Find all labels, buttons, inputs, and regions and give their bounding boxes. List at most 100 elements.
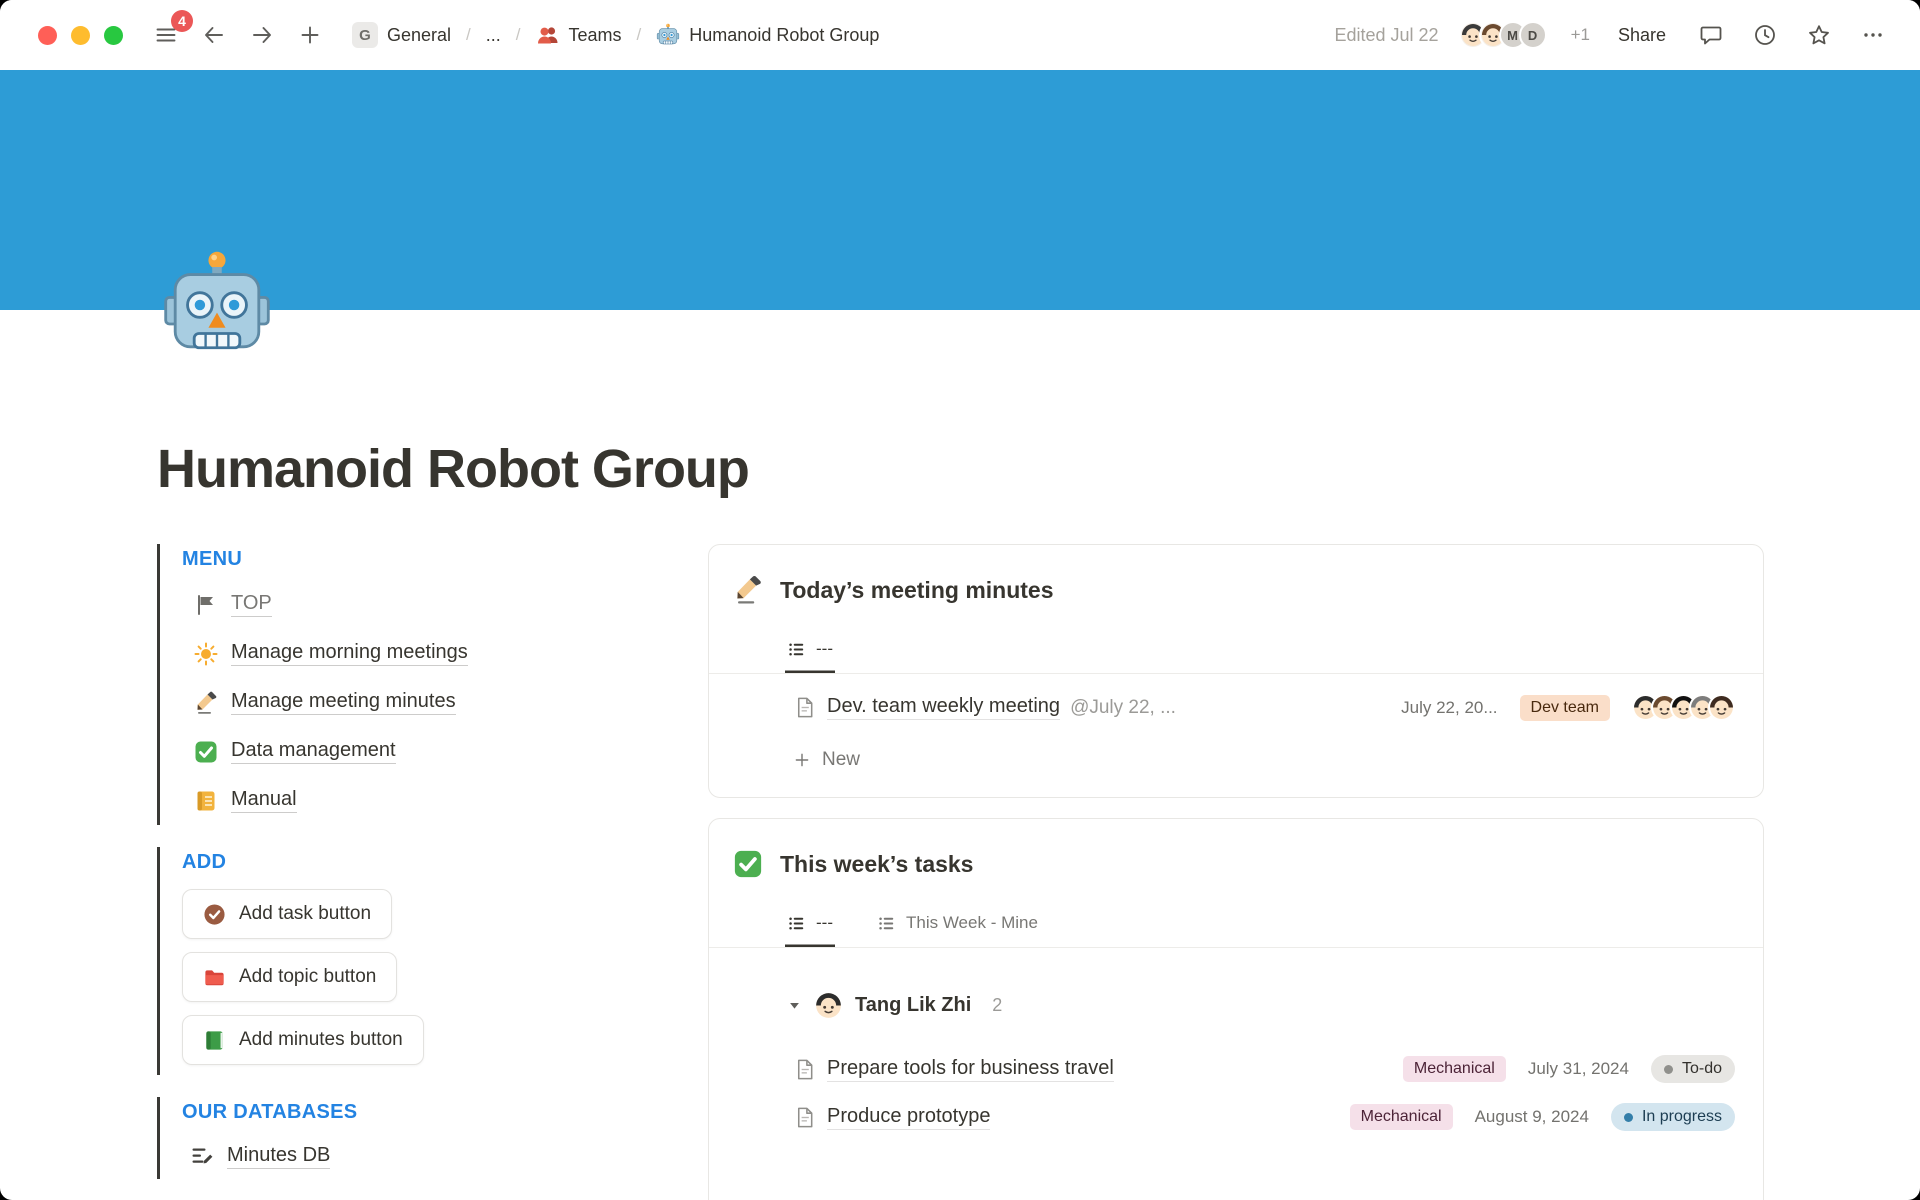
robot-icon [656, 23, 680, 47]
new-row-label: New [822, 749, 860, 771]
right-column: Today’s meeting minutes --- Dev. team we… [708, 544, 1764, 1200]
add-task-button-label: Add task button [239, 903, 371, 925]
nav-controls: 4 [149, 18, 327, 52]
status-label: To-do [1682, 1060, 1722, 1078]
add-section: ADD Add task button Add topic button [157, 847, 668, 1075]
meeting-card-title: Today’s meeting minutes [780, 577, 1054, 604]
menu-item-label: Manage meeting minutes [231, 690, 456, 715]
notification-badge: 4 [171, 10, 193, 32]
menu-item-meeting-minutes[interactable]: Manage meeting minutes [182, 678, 668, 727]
menu-item-manual[interactable]: Manual [182, 776, 668, 825]
presence-avatars[interactable]: M D [1459, 21, 1547, 49]
add-minutes-button[interactable]: Add minutes button [182, 1015, 424, 1065]
databases-heading: OUR DATABASES [182, 1097, 668, 1133]
task-title: Prepare tools for business travel [827, 1057, 1114, 1082]
breadcrumb-collapsed[interactable]: ... [479, 21, 508, 50]
page-cover [0, 70, 1920, 310]
robot-icon [160, 248, 274, 362]
due-date: July 31, 2024 [1528, 1059, 1629, 1079]
task-row[interactable]: Prepare tools for business travel Mechan… [709, 1045, 1763, 1093]
view-tab-dashes[interactable]: --- [785, 903, 835, 947]
list-view-icon [787, 914, 806, 933]
assignee-avatar [815, 992, 842, 1019]
plus-icon [298, 23, 322, 47]
ellipsis-icon [1861, 23, 1885, 47]
meeting-date-mention: @July 22, ... [1070, 697, 1176, 719]
group-row-tang-lik-zhi[interactable]: Tang Lik Zhi 2 [709, 948, 1763, 1045]
meeting-date-property: July 22, 20... [1401, 698, 1497, 718]
add-minutes-button-label: Add minutes button [239, 1029, 403, 1051]
share-button[interactable]: Share [1610, 21, 1674, 50]
breadcrumb-workspace[interactable]: G General [345, 18, 458, 52]
menu-item-label: TOP [231, 592, 272, 617]
red-folder-icon [203, 966, 226, 989]
zoom-window-button[interactable] [104, 26, 123, 45]
page-title[interactable]: Humanoid Robot Group [157, 438, 1764, 500]
check-green-icon [733, 849, 763, 879]
meeting-card-header: Today’s meeting minutes [709, 545, 1763, 629]
category-tag: Mechanical [1403, 1056, 1506, 1082]
menu-item-label: Manual [231, 788, 297, 813]
database-item-minutes-db[interactable]: Minutes DB [182, 1133, 668, 1179]
breadcrumb-current-page[interactable]: Humanoid Robot Group [649, 19, 886, 51]
database-item-label: Minutes DB [227, 1144, 330, 1169]
status-label: In progress [1642, 1108, 1722, 1126]
breadcrumb-teams[interactable]: Teams [529, 19, 629, 51]
status-badge: To-do [1651, 1055, 1735, 1083]
breadcrumb: G General / ... / Teams / Humanoid Robot… [345, 18, 886, 52]
tasks-card-header: This week’s tasks [709, 819, 1763, 903]
status-dot [1624, 1113, 1633, 1122]
view-tab-label: This Week - Mine [906, 913, 1038, 933]
meeting-row[interactable]: Dev. team weekly meeting @July 22, ... J… [709, 674, 1763, 735]
close-window-button[interactable] [38, 26, 57, 45]
more-options-button[interactable] [1856, 18, 1890, 52]
menu-item-top[interactable]: TOP [182, 580, 668, 629]
writing-hand-icon [194, 691, 218, 715]
add-task-button[interactable]: Add task button [182, 889, 392, 939]
breadcrumb-collapsed-label: ... [486, 25, 501, 46]
sun-icon [194, 642, 218, 666]
flag-icon [194, 593, 218, 617]
add-topic-button-label: Add topic button [239, 966, 376, 988]
menu-item-morning-meetings[interactable]: Manage morning meetings [182, 629, 668, 678]
forward-button[interactable] [245, 18, 279, 52]
menu-item-label: Data management [231, 739, 396, 764]
view-tab-label: --- [816, 639, 833, 659]
workspace-initial-chip: G [352, 22, 378, 48]
menu-item-label: Manage morning meetings [231, 641, 468, 666]
plus-icon [793, 751, 811, 769]
new-page-button[interactable] [293, 18, 327, 52]
sidebar-toggle-button[interactable]: 4 [149, 18, 183, 52]
add-heading: ADD [182, 847, 668, 883]
task-row[interactable]: Produce prototype Mechanical August 9, 2… [709, 1093, 1763, 1141]
breadcrumb-separator: / [516, 25, 521, 45]
breadcrumb-separator: / [466, 25, 471, 45]
breadcrumb-page-label: Humanoid Robot Group [689, 25, 879, 46]
ledger-icon [194, 789, 218, 813]
updates-button[interactable] [1748, 18, 1782, 52]
menu-section: MENU TOP Manage morning meetings Manage … [157, 544, 668, 825]
add-topic-button[interactable]: Add topic button [182, 952, 397, 1002]
page-icon-robot[interactable] [160, 248, 274, 362]
menu-item-data-management[interactable]: Data management [182, 727, 668, 776]
writing-hand-icon [733, 575, 763, 605]
clock-icon [1753, 23, 1777, 47]
star-icon [1807, 23, 1831, 47]
list-view-icon [787, 640, 806, 659]
view-tab-dashes[interactable]: --- [785, 629, 835, 673]
comments-button[interactable] [1694, 18, 1728, 52]
arrow-left-icon [202, 23, 226, 47]
view-tab-this-week-mine[interactable]: This Week - Mine [875, 903, 1040, 947]
list-view-icon [877, 914, 896, 933]
collapse-triangle-icon[interactable] [787, 998, 802, 1013]
favorite-button[interactable] [1802, 18, 1836, 52]
window-controls [38, 26, 123, 45]
view-tab-label: --- [816, 913, 833, 933]
task-check-icon [203, 903, 226, 926]
minimize-window-button[interactable] [71, 26, 90, 45]
new-meeting-row-button[interactable]: New [709, 735, 1763, 797]
titlebar-right: Edited Jul 22 M D +1 Share [1334, 18, 1890, 52]
meeting-minutes-card: Today’s meeting minutes --- Dev. team we… [708, 544, 1764, 798]
attendee-avatars [1632, 694, 1735, 721]
back-button[interactable] [197, 18, 231, 52]
